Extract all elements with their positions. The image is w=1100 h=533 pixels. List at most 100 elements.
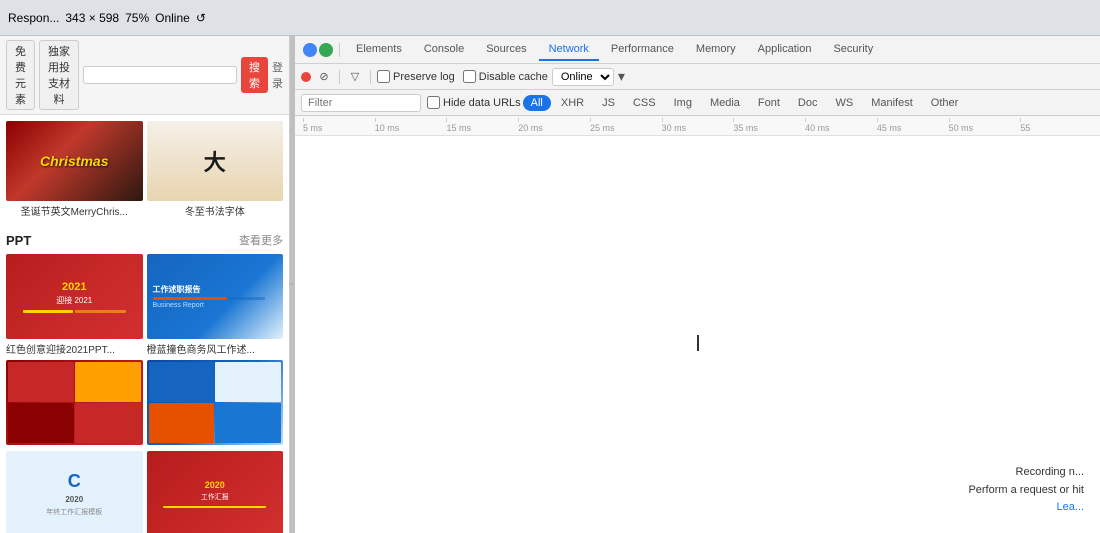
tab-elements[interactable]: Elements (346, 39, 412, 61)
christmas-caption: 圣诞节英文MerryChris... (6, 203, 143, 218)
devtools-tabs-bar: Elements Console Sources Network Perform… (295, 36, 1100, 64)
list-item[interactable]: C 2020 年终工作汇报模板 红色创意迎接2021PPT... (6, 451, 143, 533)
tab-console[interactable]: Console (414, 39, 474, 61)
learn-more-link[interactable]: Lea... (1056, 501, 1084, 513)
devtools-icon-2[interactable] (319, 43, 333, 57)
filter-tab-all[interactable]: All (523, 95, 551, 111)
website-toolbar: 免费元素 独家用投支材料 搜索 登录 (0, 36, 289, 115)
text-cursor (697, 335, 699, 351)
ruler-mark-25ms: 25 ms (590, 118, 662, 133)
tab-network[interactable]: Network (539, 39, 599, 61)
ppt-grid: 2021 迎接 2021 红色创意迎接2021PPT... (6, 254, 283, 533)
filter-tab-xhr[interactable]: XHR (553, 95, 592, 111)
ppt-caption-2: 橙蓝撞色商务风工作述... (147, 341, 284, 356)
throttle-select[interactable]: Online (552, 68, 614, 86)
filter-tab-img[interactable]: Img (666, 95, 700, 111)
preserve-log-label[interactable]: Preserve log (377, 70, 455, 83)
network-empty-state: Recording n... Perform a request or hit … (295, 136, 1100, 533)
refresh-icon[interactable]: ↺ (196, 11, 206, 25)
calligraphy-caption: 冬至书法字体 (147, 203, 284, 218)
ruler-marks-container: 5 ms 10 ms 15 ms 20 ms 25 ms 30 ms 35 ms… (295, 118, 1100, 133)
clear-button[interactable]: ⊘ (315, 68, 333, 86)
list-item[interactable]: 工作述职报告 Business Report 橙蓝撞色商务风工作述... (147, 254, 284, 356)
christmas-images-row: Christmas 圣诞节英文MerryChris... 大 冬至书法字体 (6, 121, 283, 222)
tab-performance[interactable]: Performance (601, 39, 684, 61)
list-item[interactable] (147, 360, 284, 447)
ruler-mark-30ms: 30 ms (662, 118, 734, 133)
ppt-more-link[interactable]: 查看更多 (239, 232, 283, 248)
disable-cache-checkbox[interactable] (463, 70, 476, 83)
ruler-mark-40ms: 40 ms (805, 118, 877, 133)
ruler-mark-10ms: 10 ms (375, 118, 447, 133)
filter-tab-js[interactable]: JS (594, 95, 623, 111)
toolbar-separator-2 (370, 70, 371, 84)
ruler-mark-45ms: 45 ms (877, 118, 949, 133)
christmas-thumb[interactable]: Christmas (6, 121, 143, 201)
recording-line1: Recording n... (968, 464, 1084, 482)
size-label: 343 × 598 (65, 11, 119, 25)
ppt-section-header: PPT 查看更多 (6, 232, 283, 248)
left-panel: 免费元素 独家用投支材料 搜索 登录 Christmas 圣诞节英文MerryC… (0, 36, 290, 533)
ppt-title: PPT (6, 233, 31, 248)
tab-sources[interactable]: Sources (476, 39, 536, 61)
main-area: 免费元素 独家用投支材料 搜索 登录 Christmas 圣诞节英文MerryC… (0, 36, 1100, 533)
list-item[interactable] (6, 360, 143, 447)
filter-tab-doc[interactable]: Doc (790, 95, 826, 111)
toolbar-separator-1 (339, 70, 340, 84)
filter-tab-media[interactable]: Media (702, 95, 748, 111)
list-item[interactable]: 2021 迎接 2021 红色创意迎接2021PPT... (6, 254, 143, 356)
filter-tab-css[interactable]: CSS (625, 95, 664, 111)
ppt-thumb-red2021[interactable]: 2021 迎接 2021 (6, 254, 143, 339)
christmas-section: Christmas 圣诞节英文MerryChris... 大 冬至书法字体 (0, 115, 289, 232)
calligraphy-thumb[interactable]: 大 (147, 121, 284, 201)
ppt-section: PPT 查看更多 2021 迎接 2021 (0, 232, 289, 533)
search-input[interactable] (83, 66, 237, 84)
ppt-thumb-red2021b[interactable] (6, 360, 143, 445)
ppt-thumb-bluebiz[interactable]: 工作述职报告 Business Report (147, 254, 284, 339)
ppt-thumb-white2020[interactable]: C 2020 年终工作汇报模板 (6, 451, 143, 533)
ruler-mark-50ms: 50 ms (949, 118, 1021, 133)
online-label: Online (155, 11, 190, 25)
filter-tab-manifest[interactable]: Manifest (863, 95, 921, 111)
list-item[interactable]: 2020 工作汇报 2020汇报 (147, 451, 284, 533)
network-toolbar: ⊘ ▽ Preserve log Disable cache Online ▾ (295, 64, 1100, 90)
devtools-panel: Elements Console Sources Network Perform… (295, 36, 1100, 533)
browser-bar: Respon... 343 × 598 75% Online ↺ (0, 0, 1100, 36)
more-options-icon[interactable]: ▾ (618, 68, 625, 85)
list-item[interactable]: Christmas 圣诞节英文MerryChris... (6, 121, 143, 222)
responsive-label: Respon... (8, 11, 59, 25)
filter-input[interactable] (301, 94, 421, 112)
filter-tab-font[interactable]: Font (750, 95, 788, 111)
search-button[interactable]: 搜索 (241, 57, 268, 93)
disable-cache-label[interactable]: Disable cache (463, 70, 548, 83)
list-item[interactable]: 大 冬至书法字体 (147, 121, 284, 222)
ruler-mark-35ms: 35 ms (733, 118, 805, 133)
zoom-label: 75% (125, 11, 149, 25)
free-elements-btn[interactable]: 免费元素 (6, 40, 35, 110)
tab-security[interactable]: Security (823, 39, 883, 61)
hide-data-urls-label[interactable]: Hide data URLs (427, 96, 521, 109)
hide-data-urls-checkbox[interactable] (427, 96, 440, 109)
christmas-img: Christmas (6, 121, 143, 201)
filter-tab-other[interactable]: Other (923, 95, 967, 111)
ruler-mark-55ms: 55 (1020, 118, 1092, 133)
tab-application[interactable]: Application (748, 39, 822, 61)
record-button[interactable] (301, 72, 311, 82)
ppt-thumb-red2020[interactable]: 2020 工作汇报 (147, 451, 284, 533)
exclusive-btn[interactable]: 独家用投支材料 (39, 40, 79, 110)
preserve-log-checkbox[interactable] (377, 70, 390, 83)
timeline-ruler: 5 ms 10 ms 15 ms 20 ms 25 ms 30 ms 35 ms… (295, 116, 1100, 136)
network-filter-bar: Hide data URLs All XHR JS CSS Img Media … (295, 90, 1100, 116)
recording-message: Recording n... Perform a request or hit … (968, 464, 1084, 517)
ruler-mark-20ms: 20 ms (518, 118, 590, 133)
devtools-icon-1[interactable] (303, 43, 317, 57)
filter-icon[interactable]: ▽ (346, 68, 364, 86)
ruler-mark-5ms: 5 ms (303, 118, 375, 133)
filter-tab-ws[interactable]: WS (827, 95, 861, 111)
tab-memory[interactable]: Memory (686, 39, 746, 61)
ppt-caption-1: 红色创意迎接2021PPT... (6, 341, 143, 356)
ruler-mark-15ms: 15 ms (446, 118, 518, 133)
ppt-thumb-bluebiz2[interactable] (147, 360, 284, 445)
calligraphy-img: 大 (147, 121, 284, 201)
login-button[interactable]: 登录 (272, 59, 283, 91)
